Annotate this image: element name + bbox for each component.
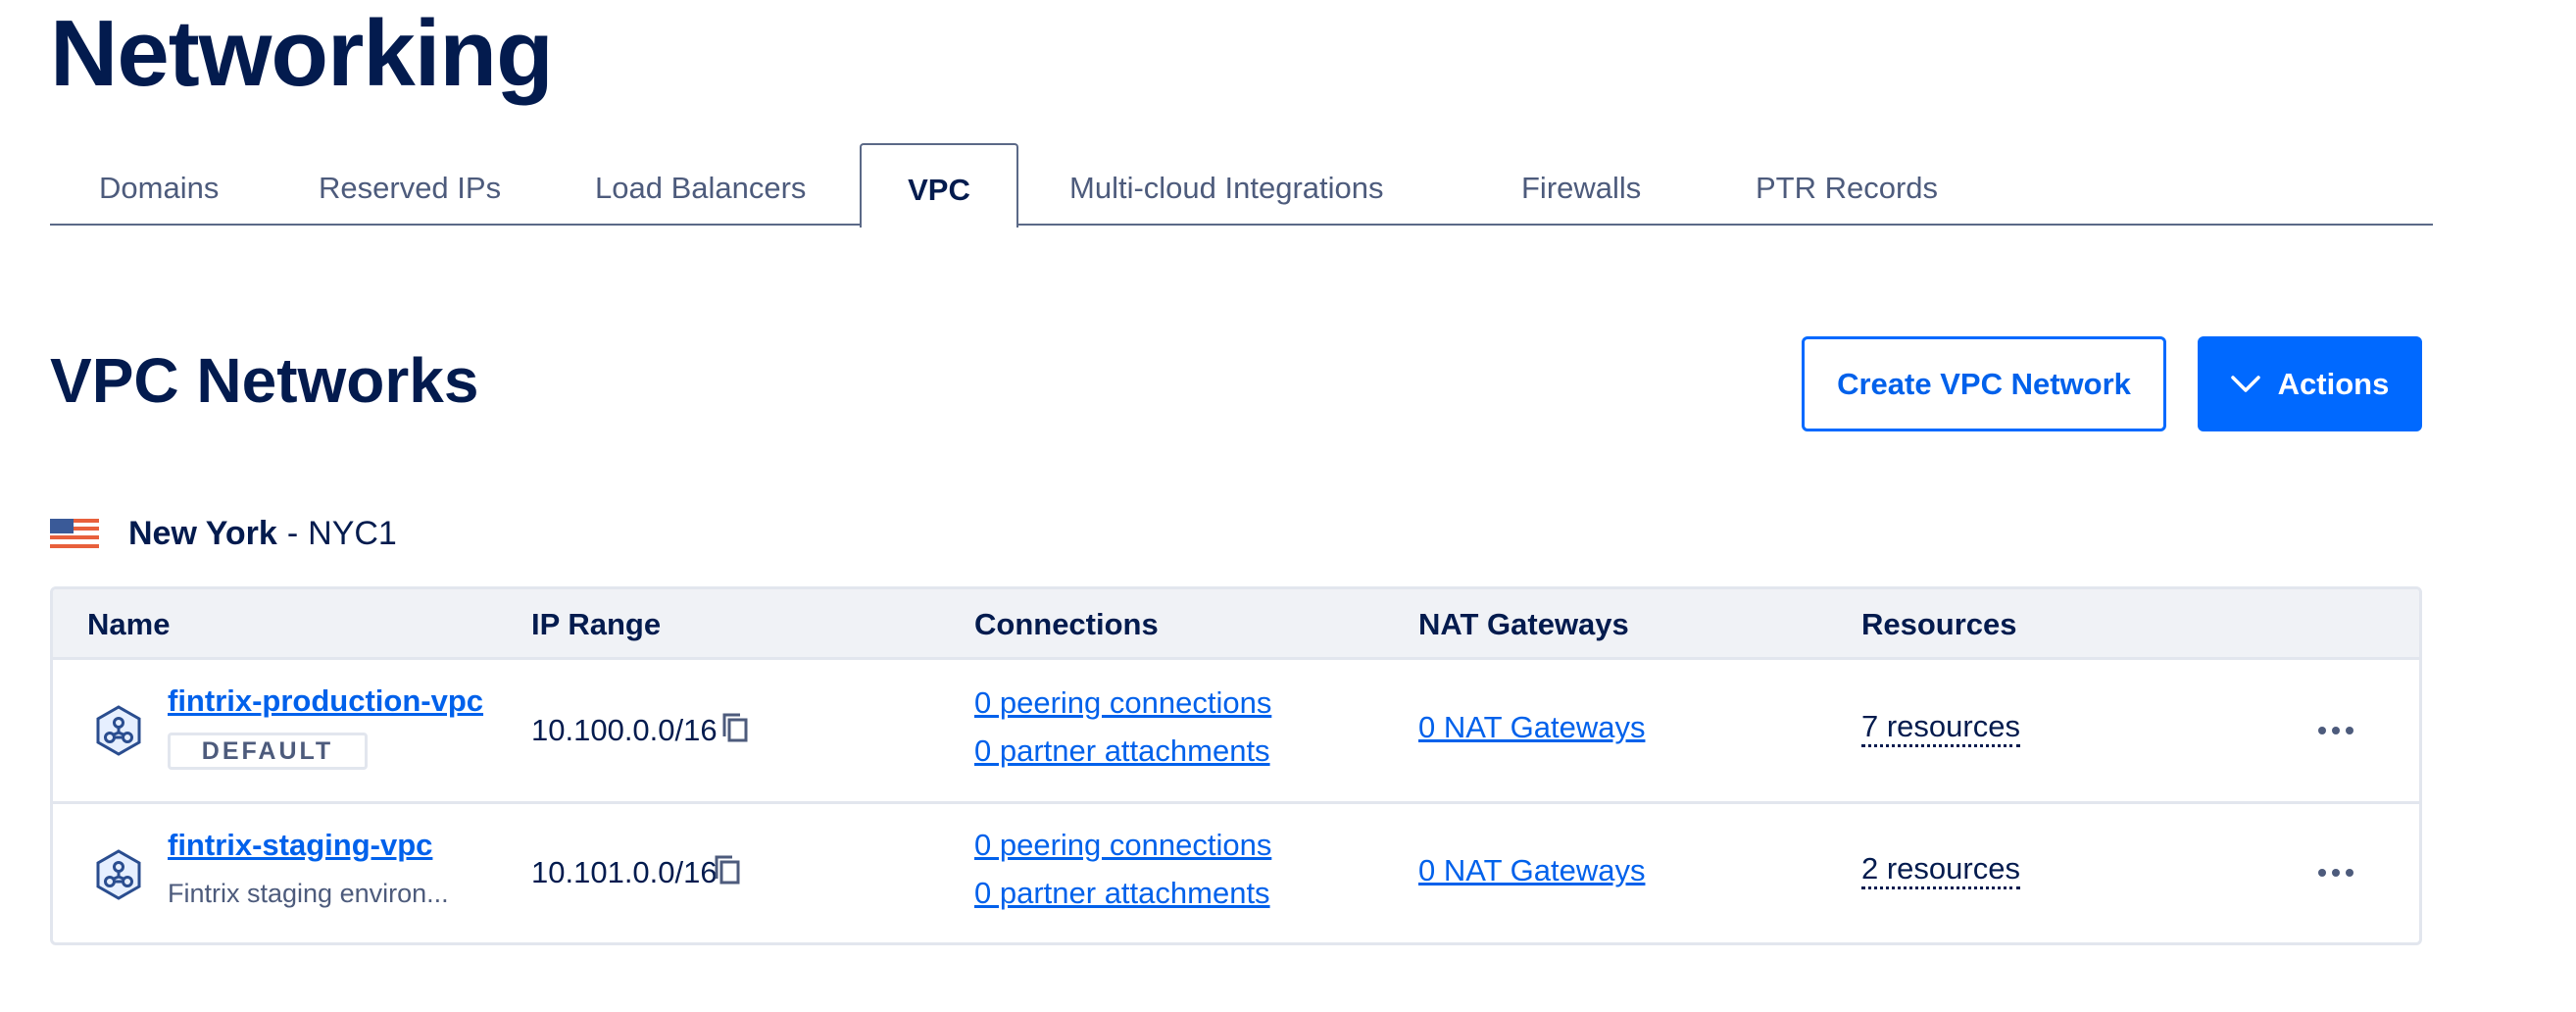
ip-range: 10.100.0.0/16 (531, 713, 718, 747)
nat-gateways-link[interactable]: 0 NAT Gateways (1418, 853, 1645, 888)
ip-range: 10.101.0.0/16 (531, 855, 718, 889)
copy-icon[interactable] (713, 853, 742, 886)
table-header: Name IP Range Connections NAT Gateways R… (53, 589, 2419, 660)
tab-vpc[interactable]: VPC (860, 143, 1018, 228)
copy-icon[interactable] (720, 711, 750, 744)
column-header-ip-range: IP Range (531, 607, 662, 641)
region-name: New York (128, 514, 277, 552)
tab-load-balancers[interactable]: Load Balancers (595, 143, 806, 226)
networking-page: Networking Domains Reserved IPs Load Bal… (0, 0, 2576, 1012)
peering-connections-link[interactable]: 0 peering connections (974, 828, 1271, 863)
resources-count[interactable]: 7 resources (1861, 709, 2020, 747)
table-row: fintrix-staging-vpc Fintrix staging envi… (53, 801, 2419, 942)
resources-count[interactable]: 2 resources (1861, 851, 2020, 889)
vpc-network-icon (96, 705, 141, 756)
actions-label: Actions (2277, 366, 2390, 401)
vpc-name-link[interactable]: fintrix-staging-vpc (168, 828, 432, 863)
column-header-connections: Connections (974, 607, 1159, 641)
nat-gateways-link[interactable]: 0 NAT Gateways (1418, 710, 1645, 745)
tab-reserved-ips[interactable]: Reserved IPs (319, 143, 501, 226)
create-vpc-network-button[interactable]: Create VPC Network (1802, 336, 2166, 431)
region-code: NYC1 (308, 514, 397, 552)
more-options-icon[interactable] (2318, 863, 2357, 883)
tab-domains[interactable]: Domains (99, 143, 219, 226)
vpc-name-link[interactable]: fintrix-production-vpc (168, 683, 483, 719)
region-header: New York - NYC1 (50, 514, 397, 553)
section-title: VPC Networks (50, 345, 479, 416)
more-options-icon[interactable] (2318, 721, 2357, 740)
chevron-down-icon (2230, 375, 2260, 392)
create-vpc-network-label: Create VPC Network (1837, 366, 2131, 401)
tab-ptr-records[interactable]: PTR Records (1756, 143, 1938, 226)
tab-firewalls[interactable]: Firewalls (1521, 143, 1641, 226)
us-flag-icon (50, 519, 99, 548)
column-header-resources: Resources (1861, 607, 2017, 641)
vpc-networks-table: Name IP Range Connections NAT Gateways R… (50, 586, 2422, 945)
partner-attachments-link[interactable]: 0 partner attachments (974, 734, 1270, 769)
peering-connections-link[interactable]: 0 peering connections (974, 685, 1271, 721)
page-title: Networking (50, 1, 554, 106)
column-header-nat-gateways: NAT Gateways (1418, 607, 1629, 641)
networking-tabs: Domains Reserved IPs Load Balancers VPC … (50, 143, 2433, 228)
table-row: fintrix-production-vpc DEFAULT 10.100.0.… (53, 660, 2419, 801)
region-separator: - (286, 514, 299, 552)
vpc-description: Fintrix staging environ... (168, 879, 449, 908)
column-header-name: Name (87, 607, 171, 641)
default-badge: DEFAULT (168, 733, 368, 770)
actions-button[interactable]: Actions (2198, 336, 2422, 431)
partner-attachments-link[interactable]: 0 partner attachments (974, 876, 1270, 911)
tab-multi-cloud-integrations[interactable]: Multi-cloud Integrations (1069, 143, 1384, 226)
vpc-network-icon (96, 849, 141, 900)
